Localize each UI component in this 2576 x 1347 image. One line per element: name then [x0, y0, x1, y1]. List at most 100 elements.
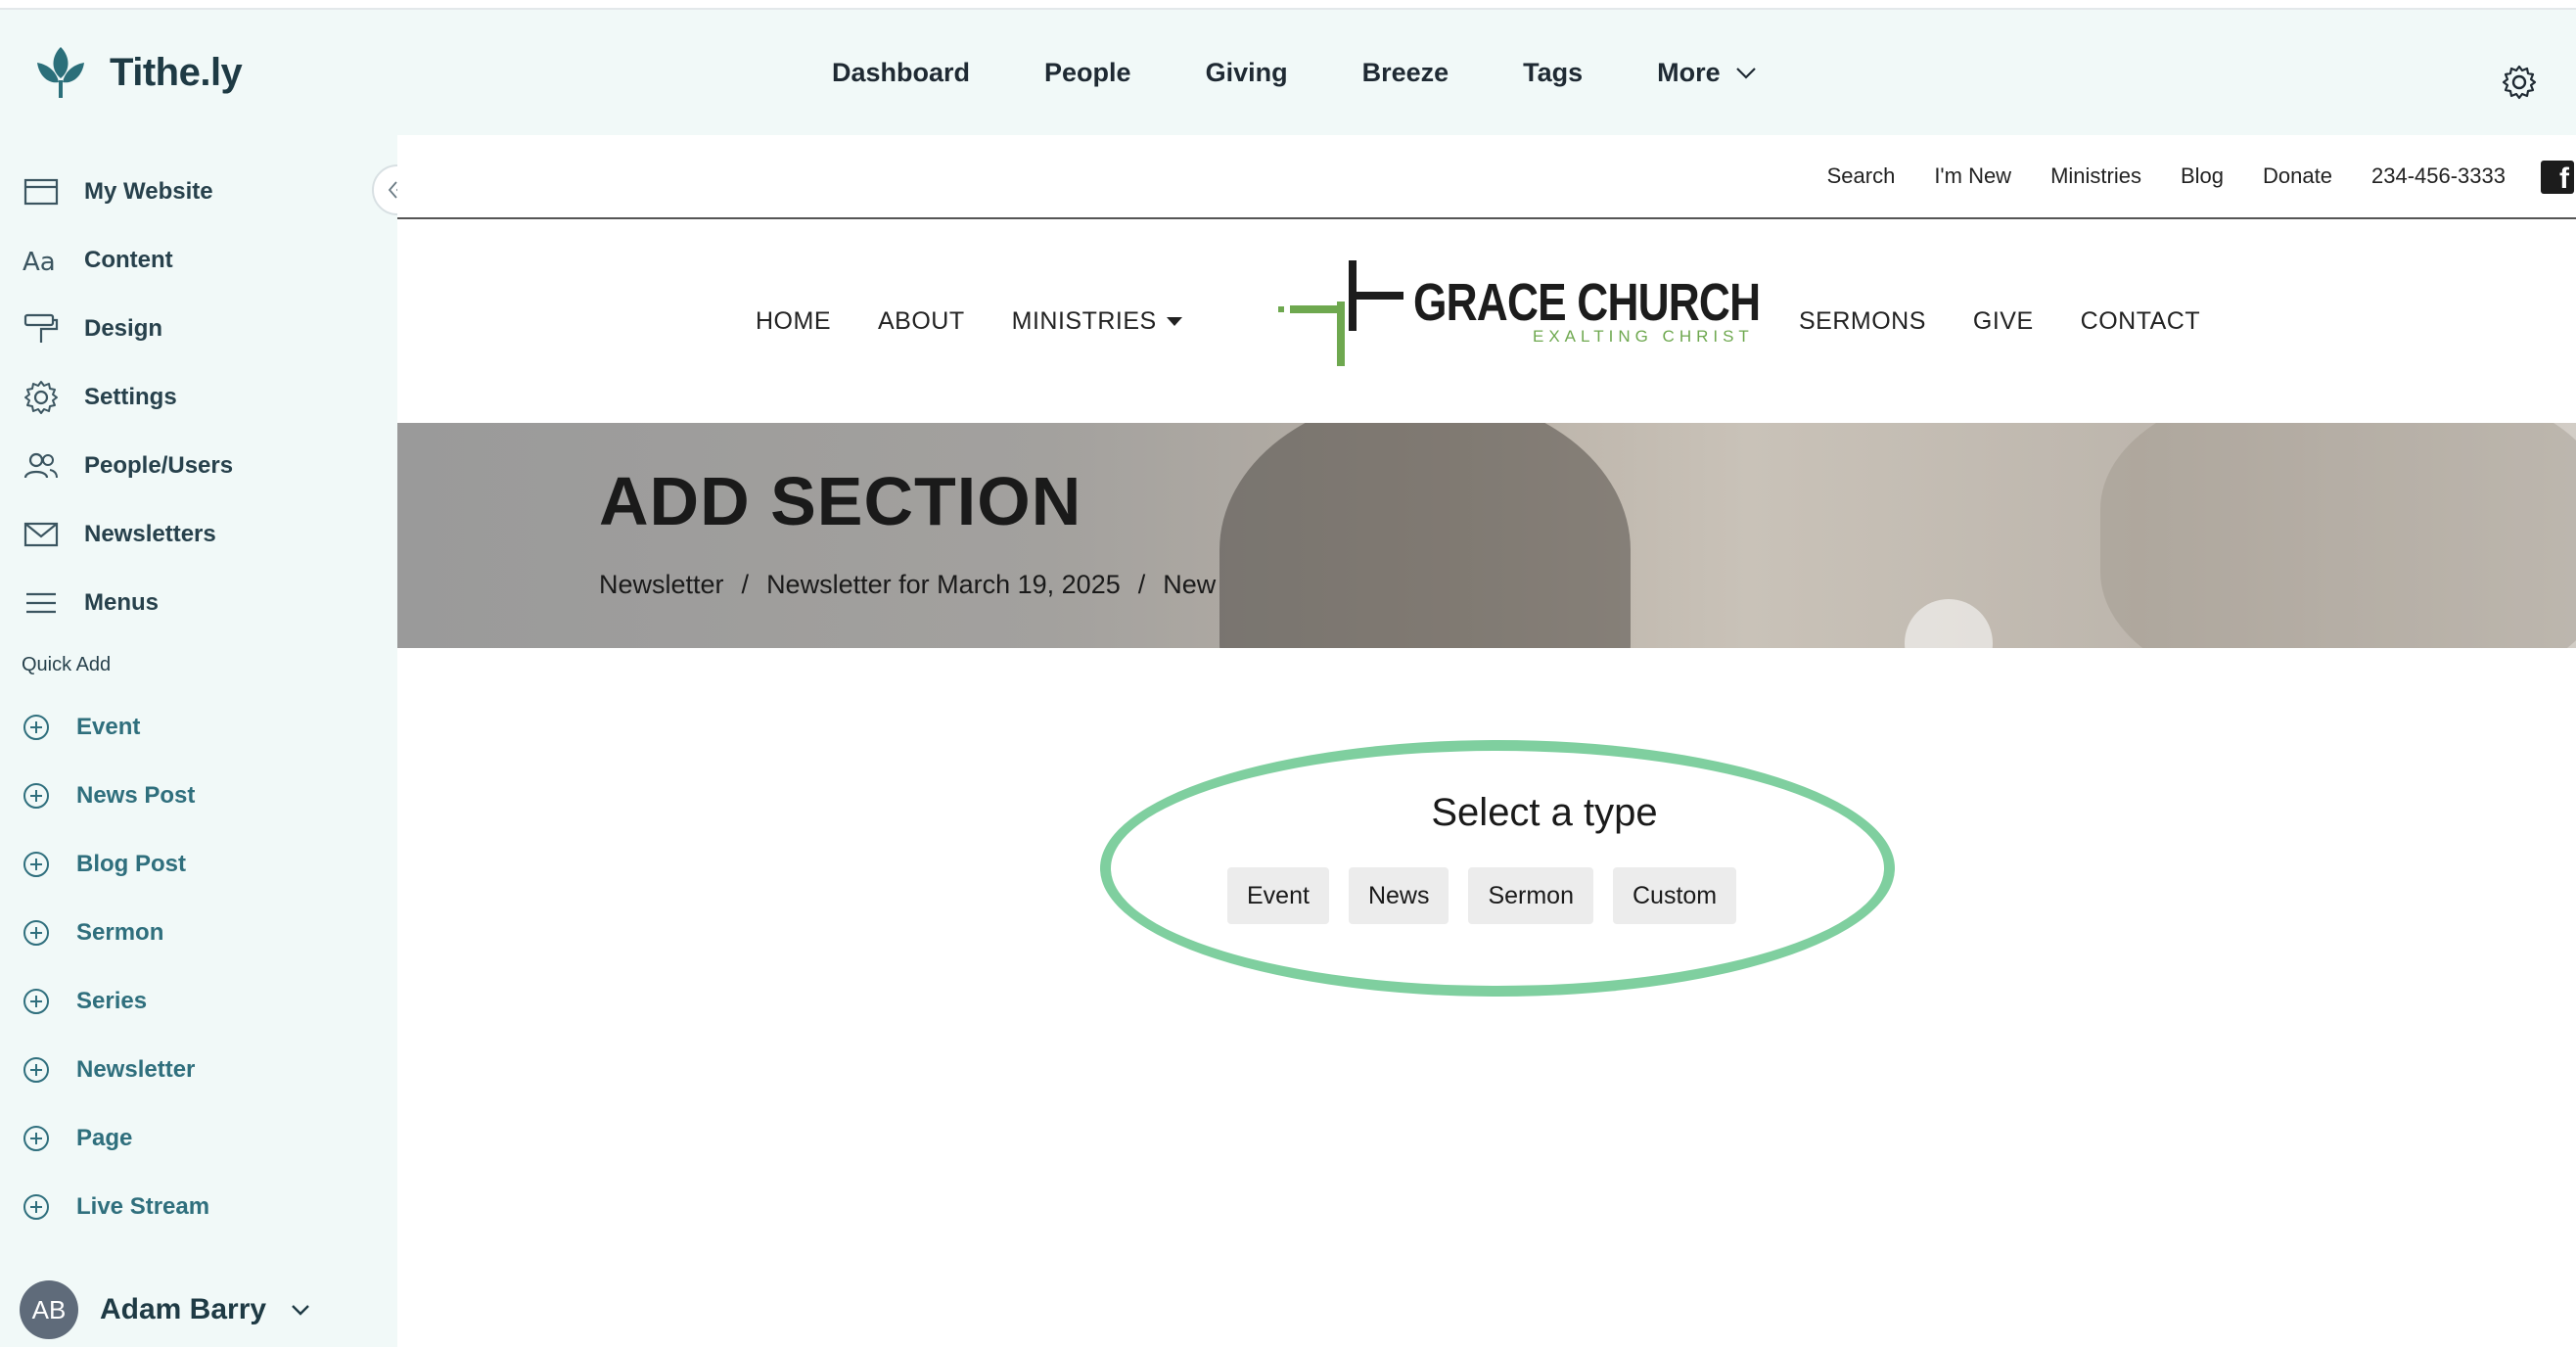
type-news-button[interactable]: News — [1348, 867, 1449, 924]
gear-icon[interactable] — [2500, 63, 2539, 102]
tithely-logo[interactable]: Tithe.ly — [29, 41, 243, 104]
quick-add-live-stream[interactable]: Live Stream — [22, 1192, 209, 1222]
church-name: GRACE CHURCH — [1413, 273, 1761, 332]
plus-circle-icon — [23, 783, 49, 809]
topnav-more-label: More — [1657, 57, 1721, 87]
church-tagline: EXALTING CHRIST — [1533, 327, 1754, 346]
quick-add-heading: Quick Add — [22, 654, 112, 675]
site-main-nav: HOME ABOUT MINISTRIES GRACE CHURCH EXALT… — [397, 219, 2576, 423]
quick-add-label: Blog Post — [76, 851, 186, 877]
quick-add-label: Live Stream — [76, 1193, 210, 1220]
quick-add-label: Sermon — [76, 919, 164, 946]
sidebar-item-people-users[interactable]: People/Users — [22, 446, 233, 486]
quick-add-label: News Post — [76, 782, 196, 809]
users-icon — [23, 452, 58, 479]
hamburger-menu-icon — [26, 592, 56, 614]
plus-circle-icon — [23, 852, 49, 877]
site-nav-left: HOME ABOUT MINISTRIES — [756, 219, 1182, 423]
paint-roller-icon — [23, 313, 59, 343]
browser-window-icon — [23, 178, 59, 206]
sidebar-item-newsletters[interactable]: Newsletters — [22, 515, 216, 554]
hero-background-light — [1905, 599, 1993, 648]
quick-add-label: Newsletter — [76, 1056, 196, 1083]
site-nav-give[interactable]: GIVE — [1973, 307, 2034, 336]
top-navigation: Dashboard People Giving Breeze Tags More — [832, 10, 1758, 135]
sidebar-item-label: Design — [84, 315, 163, 342]
sidebar-item-design[interactable]: Design — [22, 309, 162, 348]
topnav-people[interactable]: People — [1044, 58, 1131, 88]
svg-text:Aa: Aa — [23, 248, 56, 277]
type-custom-button[interactable]: Custom — [1613, 867, 1737, 924]
sidebar-item-label: Settings — [84, 384, 177, 410]
site-nav-home[interactable]: HOME — [756, 307, 831, 336]
user-menu[interactable]: AB Adam Barry — [20, 1280, 313, 1339]
hero-background-figure — [2100, 423, 2576, 648]
quick-add-label: Event — [76, 714, 141, 740]
gear-icon — [24, 381, 58, 414]
quick-add-newsletter[interactable]: Newsletter — [22, 1055, 195, 1085]
topnav-breeze[interactable]: Breeze — [1362, 58, 1449, 88]
sidebar-item-label: People/Users — [84, 452, 234, 479]
sidebar: My Website Aa Content Design Settings Pe… — [0, 135, 397, 1347]
quick-add-event[interactable]: Event — [22, 713, 140, 742]
leaf-logo-icon — [37, 47, 84, 98]
site-nav-ministries[interactable]: MINISTRIES — [1012, 307, 1182, 336]
site-nav-right: SERMONS GIVE CONTACT — [1799, 219, 2200, 423]
quick-add-label: Series — [76, 988, 148, 1014]
sidebar-item-label: Newsletters — [84, 521, 216, 547]
topnav-more[interactable]: More — [1657, 58, 1758, 88]
user-name: Adam Barry — [100, 1293, 267, 1325]
utility-link-blog[interactable]: Blog — [2181, 163, 2224, 189]
type-sermon-button[interactable]: Sermon — [1468, 867, 1593, 924]
breadcrumb-newsletter[interactable]: Newsletter — [599, 570, 724, 600]
quick-add-series[interactable]: Series — [22, 987, 147, 1016]
quick-add-label: Page — [76, 1125, 133, 1151]
logo-text: Tithe.ly — [110, 50, 243, 94]
plus-circle-icon — [23, 1057, 49, 1083]
sidebar-item-content[interactable]: Aa Content — [22, 241, 173, 280]
breadcrumb-newsletter-date[interactable]: Newsletter for March 19, 2025 — [766, 570, 1121, 600]
facebook-icon[interactable]: f — [2541, 161, 2574, 194]
hero-banner: ADD SECTION Newsletter / Newsletter for … — [397, 423, 2576, 648]
quick-add-news-post[interactable]: News Post — [22, 781, 195, 811]
sidebar-item-my-website[interactable]: My Website — [22, 172, 213, 211]
type-event-button[interactable]: Event — [1227, 867, 1329, 924]
topnav-giving[interactable]: Giving — [1206, 58, 1288, 88]
utility-links: Search I'm New Ministries Blog Donate 23… — [1827, 135, 2506, 217]
cross-logo-icon — [1278, 260, 1403, 366]
utility-bar: Search I'm New Ministries Blog Donate 23… — [397, 135, 2576, 219]
site-nav-about[interactable]: ABOUT — [878, 307, 965, 336]
site-nav-contact[interactable]: CONTACT — [2081, 307, 2200, 336]
website-preview: Search I'm New Ministries Blog Donate 23… — [397, 135, 2576, 1347]
breadcrumb-separator: / — [1137, 570, 1146, 599]
utility-link-search[interactable]: Search — [1827, 163, 1896, 189]
plus-circle-icon — [23, 989, 49, 1014]
chevron-down-icon — [1735, 68, 1756, 79]
select-type-heading: Select a type — [1431, 791, 1658, 834]
site-nav-sermons[interactable]: SERMONS — [1799, 307, 1926, 336]
topnav-tags[interactable]: Tags — [1523, 58, 1583, 88]
sidebar-item-label: My Website — [84, 178, 213, 205]
quick-add-sermon[interactable]: Sermon — [22, 918, 163, 948]
plus-circle-icon — [23, 1194, 49, 1220]
topnav-dashboard[interactable]: Dashboard — [832, 58, 970, 88]
breadcrumb-separator: / — [741, 570, 750, 599]
church-logo[interactable]: GRACE CHURCH EXALTING CHRIST — [1276, 249, 1761, 376]
quick-add-blog-post[interactable]: Blog Post — [22, 850, 186, 879]
utility-link-im-new[interactable]: I'm New — [1934, 163, 2011, 189]
plus-circle-icon — [23, 715, 49, 740]
sidebar-item-menus[interactable]: Menus — [22, 583, 159, 623]
typography-icon: Aa — [23, 248, 56, 277]
sidebar-item-settings[interactable]: Settings — [22, 378, 177, 417]
hero-background-figure — [1219, 423, 1631, 648]
sidebar-item-label: Menus — [84, 589, 160, 616]
plus-circle-icon — [23, 920, 49, 946]
quick-add-page[interactable]: Page — [22, 1124, 132, 1153]
utility-link-donate[interactable]: Donate — [2263, 163, 2332, 189]
avatar: AB — [20, 1280, 78, 1339]
utility-link-ministries[interactable]: Ministries — [2050, 163, 2141, 189]
page-title: ADD SECTION — [599, 463, 1082, 539]
site-nav-ministries-label: MINISTRIES — [1011, 306, 1157, 335]
utility-link-phone[interactable]: 234-456-3333 — [2371, 163, 2506, 189]
app-header: Tithe.ly Dashboard People Giving Breeze … — [0, 10, 2576, 135]
